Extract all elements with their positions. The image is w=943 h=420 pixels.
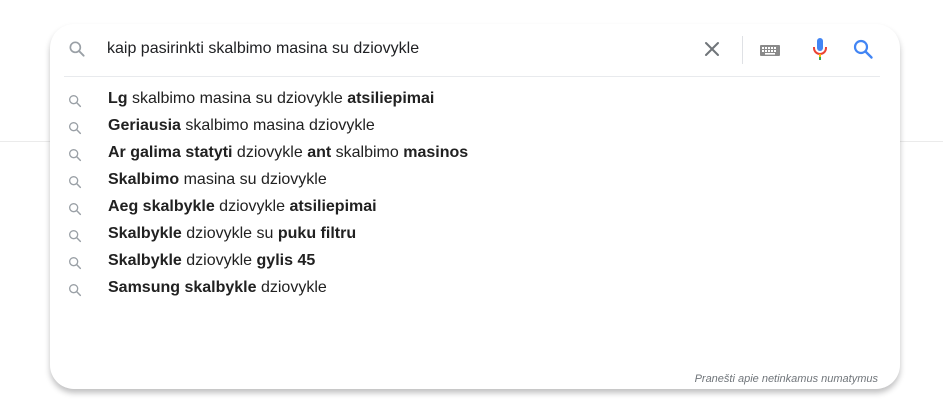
- suggestion-bold-segment: Geriausia: [108, 117, 181, 134]
- suggestion-segment: dziovykle: [232, 144, 308, 161]
- suggestion-bold-segment: Lg: [108, 90, 128, 107]
- suggestion-segment: skalbimo masina dziovykle: [180, 117, 375, 134]
- suggestion-bold-segment: Ar galima statyti: [108, 144, 233, 161]
- suggestion-segment: dziovykle: [181, 252, 257, 269]
- microphone-icon: [813, 38, 827, 60]
- search-icon: [67, 118, 83, 135]
- suggestion-text: Skalbykle dziovykle su puku filtru: [108, 220, 356, 247]
- search-icon: [67, 39, 87, 59]
- search-bar: [50, 24, 900, 74]
- suggestion-item[interactable]: Samsung skalbykle dziovykle: [50, 274, 900, 301]
- suggestion-bold-segment: gylis 45: [256, 252, 316, 269]
- suggestion-text: Skalbykle dziovykle gylis 45: [108, 247, 315, 274]
- search-icon: [853, 39, 873, 59]
- suggestion-text: Skalbimo masina su dziovykle: [108, 166, 327, 193]
- suggestion-segment: masina su dziovykle: [179, 171, 327, 188]
- search-submit-button[interactable]: [851, 37, 875, 61]
- search-icon: [67, 253, 83, 270]
- suggestion-bold-segment: Skalbykle: [108, 225, 182, 242]
- suggestion-bold-segment: atsiliepimai: [289, 198, 377, 215]
- suggestion-item[interactable]: Skalbimo masina su dziovykle: [50, 166, 900, 193]
- toolbar-separator: [742, 36, 743, 64]
- suggestion-segment: dziovykle: [256, 279, 327, 296]
- suggestion-item[interactable]: Geriausia skalbimo masina dziovykle: [50, 112, 900, 139]
- search-page: Lg skalbimo masina su dziovykle atsiliep…: [0, 0, 943, 420]
- clear-search-button[interactable]: [700, 37, 724, 61]
- suggestion-bold-segment: ant: [307, 144, 332, 161]
- search-bar-divider: [64, 76, 880, 77]
- suggestion-segment: skalbimo: [331, 144, 404, 161]
- search-icon: [67, 280, 83, 297]
- suggestion-bold-segment: Samsung skalbykle: [108, 279, 257, 296]
- search-icon: [67, 145, 83, 162]
- suggestion-bold-segment: masinos: [403, 144, 469, 161]
- search-autocomplete-panel: Lg skalbimo masina su dziovykle atsiliep…: [50, 24, 900, 389]
- suggestion-bold-segment: puku filtru: [277, 225, 357, 242]
- suggestion-text: Ar galima statyti dziovykle ant skalbimo…: [108, 139, 468, 166]
- suggestion-bold-segment: Aeg skalbykle: [108, 198, 215, 215]
- suggestion-bold-segment: Skalbykle: [108, 252, 182, 269]
- suggestion-item[interactable]: Skalbykle dziovykle gylis 45: [50, 247, 900, 274]
- search-input[interactable]: [107, 36, 687, 62]
- search-icon: [67, 199, 83, 216]
- search-icon: [67, 226, 83, 243]
- search-icon: [67, 91, 83, 108]
- suggestion-item[interactable]: Skalbykle dziovykle su puku filtru: [50, 220, 900, 247]
- suggestion-item[interactable]: Lg skalbimo masina su dziovykle atsiliep…: [50, 85, 900, 112]
- suggestion-list: Lg skalbimo masina su dziovykle atsiliep…: [50, 85, 900, 301]
- suggestion-text: Geriausia skalbimo masina dziovykle: [108, 112, 375, 139]
- suggestion-bold-segment: Skalbimo: [108, 171, 180, 188]
- keyboard-icon: [760, 45, 780, 56]
- suggestion-item[interactable]: Ar galima statyti dziovykle ant skalbimo…: [50, 139, 900, 166]
- suggestion-item[interactable]: Aeg skalbykle dziovykle atsiliepimai: [50, 193, 900, 220]
- suggestion-segment: dziovykle: [214, 198, 290, 215]
- suggestion-text: Lg skalbimo masina su dziovykle atsiliep…: [108, 85, 434, 112]
- suggestion-text: Samsung skalbykle dziovykle: [108, 274, 327, 301]
- suggestion-text: Aeg skalbykle dziovykle atsiliepimai: [108, 193, 377, 220]
- report-predictions-link[interactable]: Pranešti apie netinkamus numatymus: [695, 373, 878, 385]
- close-icon: [705, 42, 719, 56]
- search-icon: [67, 172, 83, 189]
- suggestion-segment: skalbimo masina su dziovykle: [127, 90, 348, 107]
- suggestion-segment: dziovykle su: [181, 225, 278, 242]
- suggestion-bold-segment: atsiliepimai: [347, 90, 435, 107]
- voice-search-button[interactable]: [808, 36, 832, 62]
- virtual-keyboard-button[interactable]: [758, 38, 782, 62]
